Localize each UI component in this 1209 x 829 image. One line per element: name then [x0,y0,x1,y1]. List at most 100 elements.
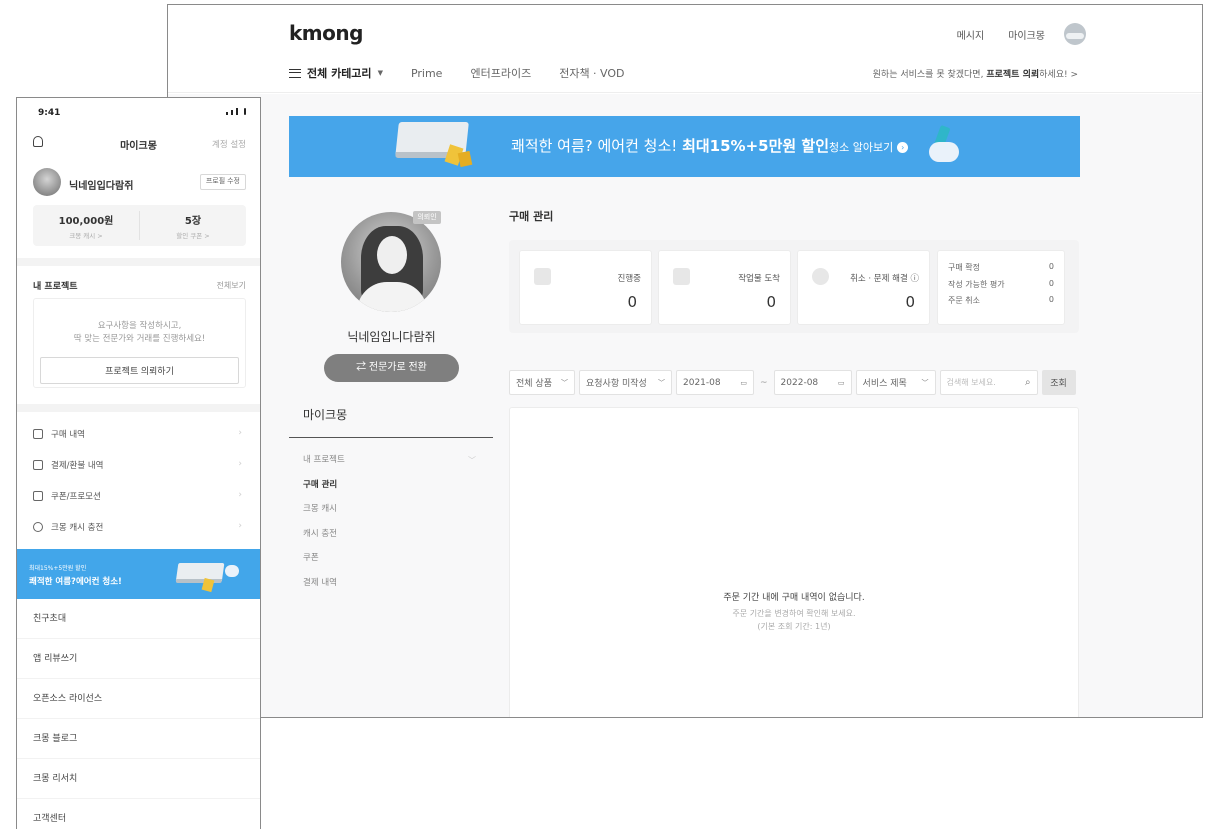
nav-prime[interactable]: Prime [411,67,443,80]
mobile-header: 마이크몽 계정 설정 [17,134,260,154]
avatar[interactable] [1064,23,1086,45]
menu-item-payment-refund[interactable]: 결제/환불 내역 › [17,449,260,480]
menu-item-purchase-history[interactable]: 구매 내역 › [17,418,260,449]
stat-card-cancel[interactable]: 취소 · 문제 해결 ⓘ 0 [797,250,930,325]
my-kmong-link[interactable]: 마이크몽 [1008,27,1045,42]
nav-enterprise[interactable]: 엔터프라이즈 [470,65,531,81]
sidebar-item-payment[interactable]: 결제 내역 [303,577,345,602]
empty-default-period: (기본 조회 기간: 1년) [757,622,831,631]
stats-panel: 진행중 0 작업물 도착 0 취소 · 문제 해결 ⓘ 0 구매 확정 0 작성 … [509,240,1079,333]
chevron-right-icon: › [238,521,242,531]
chevron-right-icon: › [238,459,242,469]
link-app-review[interactable]: 앱 리뷰쓰기 [17,639,260,679]
profile-avatar [341,212,441,312]
status-bar: 9:41 [17,98,260,124]
nav-ebook-vod[interactable]: 전자책 · VOD [559,65,624,81]
mobile-promo-banner[interactable]: 최대15%+5만원 할인 쾌적한 여름?에어컨 청소! [17,549,260,599]
search-input[interactable]: 검색해 보세요. ⌕ [939,370,1038,395]
request-select[interactable]: 요청사항 미작성 ﹀ [579,370,672,395]
signal-icon [226,108,246,115]
cash-summary[interactable]: 100,000원 크몽 캐시 > [33,205,139,246]
calendar-icon: ▭ [837,378,845,387]
project-desc: 요구사항을 작성하시고, [97,321,182,331]
empty-hint: 주문 기간을 변경하여 확인해 보세요. [732,609,856,618]
all-categories-button[interactable]: 전체 카테고리 ▼ [289,65,383,81]
alert-icon [812,268,829,285]
date-from-value: 2021-08 [683,377,721,388]
top-links: 메시지 마이크몽 [957,27,1045,42]
cloud-icon [929,142,959,162]
sidebar-item-coupon[interactable]: 쿠폰 [303,552,345,577]
mobile-frame: 9:41 마이크몽 계정 설정 닉네임입다람쥐 프로필 수정 100,000원 … [16,97,261,829]
banner-text-bold: 최대15%+5만원 할인 [682,137,829,155]
search-icon: ⌕ [1024,377,1031,388]
messages-link[interactable]: 메시지 [957,27,985,42]
menu-item-coupon-promo[interactable]: 쿠폰/프로모션 › [17,480,260,511]
view-all-link[interactable]: 전체보기 [217,280,246,291]
sidebar-item-purchase[interactable]: 구매 관리 [303,479,345,504]
stat-card-delivered[interactable]: 작업물 도착 0 [658,250,791,325]
link-research[interactable]: 크몽 리서치 [17,759,260,799]
cash-icon [33,521,43,532]
tag-icon [201,577,215,593]
date-to-picker[interactable]: 2022-08 ▭ [773,370,852,395]
link-customer-center[interactable]: 고객센터 [17,799,260,829]
coupon-summary[interactable]: 5장 할인 쿠폰 > [139,211,246,240]
section-divider [17,258,260,266]
link-blog[interactable]: 크몽 블로그 [17,719,260,759]
promo-banner[interactable]: 쾌적한 여름? 에어컨 청소! 최대15%+5만원 할인 청소 알아보기 › [289,116,1080,177]
edit-profile-button[interactable]: 프로필 수정 [199,174,246,190]
service-select[interactable]: 서비스 제목 ﹀ [855,370,936,395]
chevron-down-icon: ﹀ [561,378,568,387]
date-separator: ~ [760,377,768,388]
coupon-value: 5장 [184,216,202,227]
date-to-value: 2022-08 [780,377,819,388]
empty-message: 주문 기간 내에 구매 내역이 없습니다. [723,593,865,603]
product-select[interactable]: 전체 상품 ﹀ [509,370,575,395]
category-nav: 전체 카테고리 ▼ Prime 엔터프라이즈 전자책 · VOD [289,65,625,81]
menu-item-label: 구매 내역 [51,429,85,440]
menu-item-label: 결제/환불 내역 [51,460,104,471]
stat-row-value: 0 [1048,295,1054,304]
link-invite-friends[interactable]: 친구초대 [17,599,260,639]
banner-learn-more[interactable]: 청소 알아보기 › [829,139,909,155]
battery-icon [244,108,246,115]
chevron-right-icon: › [238,428,242,438]
chevron-down-icon[interactable]: ﹀ [468,455,476,466]
project-desc: 딱 맞는 전문가와 거래를 진행하세요! [73,334,206,344]
stat-row-cancelled[interactable]: 주문 취소 0 [948,295,1054,312]
stat-card-in-progress[interactable]: 진행중 0 [519,250,652,325]
stat-row-reviewable[interactable]: 작성 가능한 평가 0 [948,279,1054,296]
sidebar-item-my-project[interactable]: 내 프로젝트 [303,454,345,479]
stat-value: 0 [905,293,915,311]
account-settings-link[interactable]: 계정 설정 [212,138,246,150]
kmong-logo[interactable]: kmong [289,21,363,45]
stat-label: 작업물 도착 [738,274,780,284]
arrow-right-icon: › [897,141,909,153]
search-button[interactable]: 조회 [1041,370,1076,395]
coupon-icon [33,490,43,501]
date-from-picker[interactable]: 2021-08 ▭ [676,370,754,395]
link-open-source[interactable]: 오픈소스 라이선스 [17,679,260,719]
stat-row-label: 주문 취소 [948,296,980,305]
mobile-profile: 닉네임입다람쥐 프로필 수정 [33,168,246,198]
sidebar-item-charge[interactable]: 캐시 충전 [303,528,345,553]
menu-item-cash-charge[interactable]: 크몽 캐시 충전 › [17,511,260,542]
sidebar-title: 마이크몽 [303,408,348,422]
my-project-title: 내 프로젝트 [33,282,78,292]
stat-row-label: 작성 가능한 평가 [948,279,1005,289]
grid-icon [534,268,551,285]
mobile-menu: 구매 내역 › 결제/환불 내역 › 쿠폰/프로모션 › 크몽 캐시 충전 › [17,418,260,542]
switch-to-expert-button[interactable]: ⇄ 전문가로 전환 [324,354,459,382]
learn-more-label: 청소 알아보기 [829,141,894,154]
stat-label: 취소 · 문제 해결 ⓘ [850,274,919,284]
search-placeholder: 검색해 보세요. [946,378,996,387]
all-categories-label: 전체 카테고리 [307,67,372,80]
project-request-cta[interactable]: 원하는 서비스를 못 찾겠다면, 프로젝트 의뢰하세요! > [873,67,1078,80]
cash-coupon-summary: 100,000원 크몽 캐시 > 5장 할인 쿠폰 > [33,205,246,246]
coupon-label: 할인 쿠폰 > [176,232,210,240]
stat-row-confirmed[interactable]: 구매 확정 0 [948,262,1054,279]
sidebar-item-cash[interactable]: 크몽 캐시 [303,503,345,528]
request-project-button[interactable]: 프로젝트 의뢰하기 [40,357,239,384]
menu-item-label: 크몽 캐시 충전 [51,522,104,533]
